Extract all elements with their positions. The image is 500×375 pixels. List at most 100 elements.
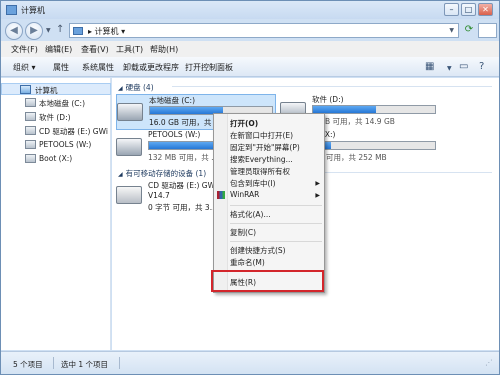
hard-drive-icon	[116, 138, 142, 156]
divider	[172, 86, 492, 87]
computer-icon	[73, 27, 83, 35]
organize-button[interactable]: 组织 ▾	[13, 62, 36, 73]
group-label: 有可移动存储的设备 (1)	[125, 169, 207, 178]
address-row: ◀ ▶ ▼ ↑ ▸ 计算机 ▾ ▼ ⟳	[1, 19, 499, 41]
close-button[interactable]: ✕	[478, 3, 493, 16]
winrar-icon	[217, 191, 225, 199]
item-count: 5 个项目	[13, 360, 43, 369]
usage-fill	[313, 106, 377, 113]
drive-icon	[25, 154, 36, 163]
hard-drive-icon	[117, 103, 143, 121]
menu-item-copy[interactable]: 复制(C)	[230, 227, 256, 238]
cd-drive-icon	[116, 186, 142, 204]
computer-icon	[6, 5, 17, 15]
drive-name: 软件 (D:)	[312, 95, 344, 104]
resize-grip-icon[interactable]: ⋰	[485, 358, 493, 367]
context-menu: 打开(O) 在新窗口中打开(E) 固定到"开始"屏幕(P) 搜索Everythi…	[213, 113, 325, 293]
menu-item-open[interactable]: 打开(O)	[230, 118, 258, 129]
menu-gutter	[214, 114, 228, 292]
drive-info: 0 字节 可用，共 3...	[148, 203, 217, 212]
submenu-arrow-icon: ▶	[315, 192, 320, 199]
help-icon[interactable]: ?	[479, 61, 484, 72]
drive-label: V14.7	[148, 191, 170, 200]
group-label: 硬盘 (4)	[125, 83, 154, 92]
nav-label: CD 驱动器 (E:) GWi	[39, 127, 108, 136]
menu-item-pin-start[interactable]: 固定到"开始"屏幕(P)	[230, 142, 300, 153]
menu-view[interactable]: 查看(V)	[81, 44, 109, 55]
nav-label: PETOOLS (W:)	[39, 140, 92, 149]
minimize-button[interactable]: –	[444, 3, 459, 16]
menu-item-take-ownership[interactable]: 管理员取得所有权	[230, 166, 290, 177]
status-bar: 5 个项目 选中 1 个项目 ⋰	[1, 351, 499, 374]
menu-tools[interactable]: 工具(T)	[116, 44, 143, 55]
command-bar: 组织 ▾ 属性 系统属性 卸载或更改程序 打开控制面板 ▦ ▼ ▭ ?	[1, 57, 499, 77]
collapse-icon[interactable]: ◢	[118, 85, 123, 92]
drive-info: 132 MB 可用，共 ...	[148, 153, 219, 162]
drive-name: PETOOLS (W:)	[148, 130, 201, 139]
menu-item-rename[interactable]: 重命名(M)	[230, 257, 265, 268]
drive-name: CD 驱动器 (E:) GW	[148, 181, 216, 190]
chevron-down-icon[interactable]: ▼	[447, 65, 452, 72]
back-button[interactable]: ◀	[5, 22, 23, 40]
properties-button[interactable]: 属性	[53, 62, 69, 73]
menu-item-search-everything[interactable]: 搜索Everything...	[230, 154, 293, 165]
chevron-down-icon[interactable]: ▼	[449, 27, 454, 34]
drive-icon	[25, 140, 36, 149]
group-header-hard-disks[interactable]: ◢ 硬盘 (4)	[118, 82, 154, 93]
nav-item-d[interactable]: 软件 (D:)	[1, 111, 111, 123]
forward-button[interactable]: ▶	[25, 22, 43, 40]
menu-separator	[230, 223, 322, 224]
selection-count: 选中 1 个项目	[61, 360, 109, 369]
search-input[interactable]	[478, 23, 497, 38]
nav-label: 计算机	[35, 86, 58, 95]
title-bar: 计算机 – □ ✕	[1, 1, 499, 19]
preview-pane-icon[interactable]: ▭	[459, 61, 468, 72]
window-title: 计算机	[21, 6, 45, 15]
drive-icon	[25, 98, 36, 107]
computer-icon	[20, 85, 31, 94]
divider	[53, 357, 54, 369]
group-header-removable[interactable]: ◢ 有可移动存储的设备 (1)	[118, 168, 206, 179]
navigation-pane: 计算机 本地磁盘 (C:) 软件 (D:) CD 驱动器 (E:) GWi PE…	[1, 78, 111, 350]
menu-item-include-library[interactable]: 包含到库中(I)	[230, 178, 276, 189]
collapse-icon[interactable]: ◢	[118, 171, 123, 178]
usage-bar	[312, 141, 436, 150]
address-bar[interactable]: ▸ 计算机 ▾ ▼	[69, 23, 459, 38]
up-arrow-icon[interactable]: ↑	[56, 24, 64, 35]
nav-label: Boot (X:)	[39, 154, 73, 163]
nav-label: 本地磁盘 (C:)	[39, 99, 85, 108]
submenu-arrow-icon: ▶	[315, 180, 320, 187]
menu-separator	[230, 241, 322, 242]
view-options-icon[interactable]: ▦	[425, 61, 434, 72]
highlight-box	[211, 270, 324, 292]
refresh-icon[interactable]: ⟳	[462, 24, 476, 37]
system-properties-button[interactable]: 系统属性	[82, 62, 114, 73]
drive-info: 16.0 GB 可用，共 ...	[149, 118, 221, 127]
control-panel-button[interactable]: 打开控制面板	[185, 62, 233, 73]
nav-label: 软件 (D:)	[39, 113, 71, 122]
divider	[119, 357, 120, 369]
menu-bar: 文件(F) 编辑(E) 查看(V) 工具(T) 帮助(H)	[1, 41, 499, 57]
drive-icon	[25, 112, 36, 121]
explorer-window: 计算机 – □ ✕ ◀ ▶ ▼ ↑ ▸ 计算机 ▾ ▼ ⟳ 文件(F) 编辑(E…	[0, 0, 500, 375]
menu-item-open-new-window[interactable]: 在新窗口中打开(E)	[230, 130, 293, 141]
menu-file[interactable]: 文件(F)	[11, 44, 38, 55]
nav-item-x[interactable]: Boot (X:)	[1, 153, 111, 165]
menu-help[interactable]: 帮助(H)	[150, 44, 178, 55]
nav-item-e[interactable]: CD 驱动器 (E:) GWi	[1, 125, 111, 137]
menu-separator	[230, 205, 322, 206]
nav-item-computer[interactable]: 计算机	[1, 83, 111, 95]
recent-pages-icon[interactable]: ▼	[46, 27, 51, 34]
menu-item-create-shortcut[interactable]: 创建快捷方式(S)	[230, 245, 286, 256]
maximize-button[interactable]: □	[461, 3, 476, 16]
address-path: ▸ 计算机 ▾	[88, 27, 126, 36]
nav-item-c[interactable]: 本地磁盘 (C:)	[1, 97, 111, 109]
menu-item-winrar[interactable]: WinRAR	[230, 190, 259, 199]
menu-item-format[interactable]: 格式化(A)...	[230, 209, 271, 220]
uninstall-button[interactable]: 卸载或更改程序	[123, 62, 179, 73]
menu-edit[interactable]: 编辑(E)	[45, 44, 72, 55]
cd-drive-icon	[25, 126, 36, 135]
usage-bar	[312, 105, 436, 114]
drive-name: 本地磁盘 (C:)	[149, 96, 195, 105]
nav-item-w[interactable]: PETOOLS (W:)	[1, 139, 111, 151]
